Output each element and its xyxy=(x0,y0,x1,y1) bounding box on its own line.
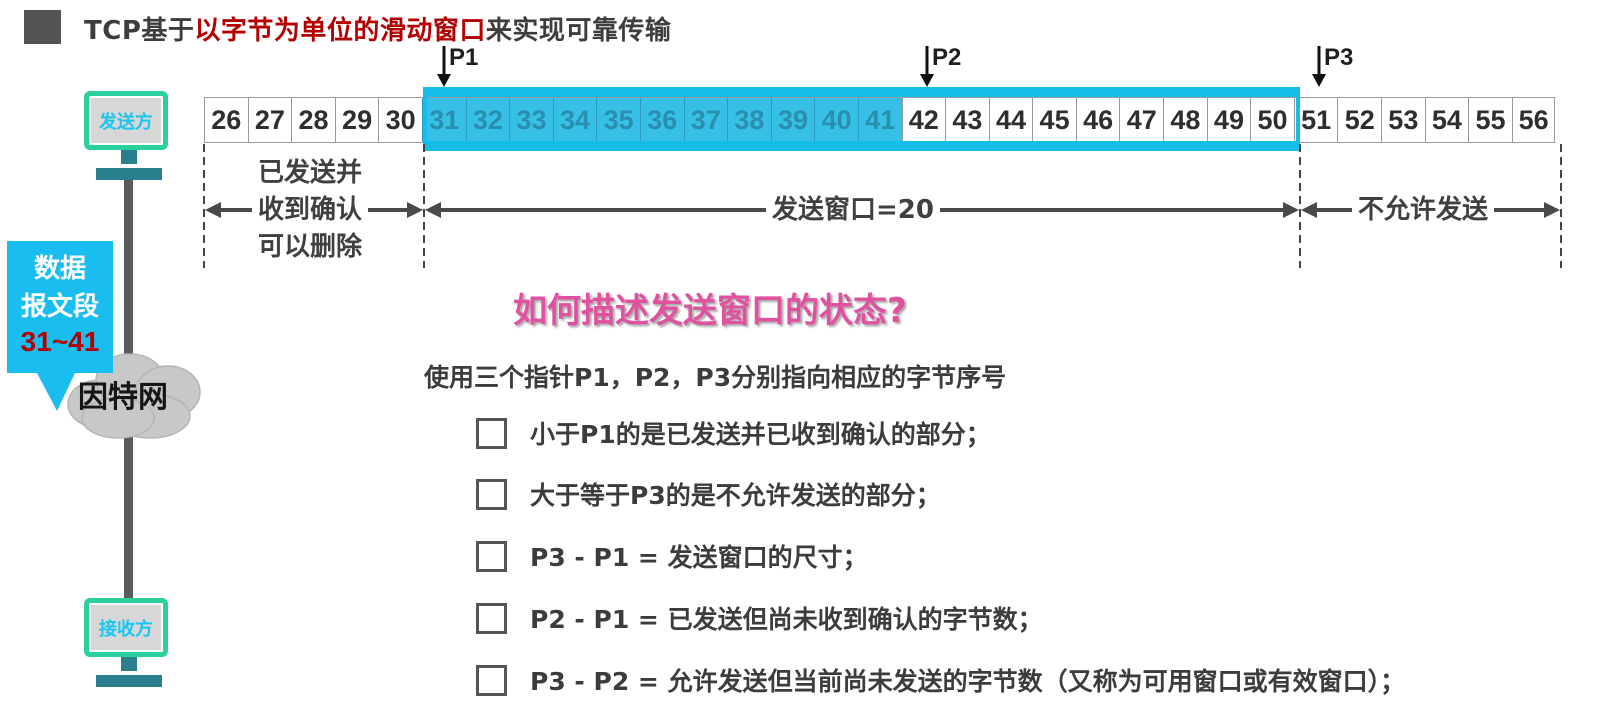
checkbox[interactable] xyxy=(476,602,507,634)
list-item: P2 - P1 = 已发送但尚未收到确认的字节数； xyxy=(476,598,1043,638)
title-bullet-square xyxy=(24,10,61,44)
byte-cell: 56 xyxy=(1511,98,1556,142)
checkbox[interactable] xyxy=(476,417,507,449)
receiver-label: 接收方 xyxy=(91,605,161,650)
window-state-question: 如何描述发送窗口的状态? xyxy=(513,291,907,331)
sender-stand-base xyxy=(96,168,162,180)
byte-cell: 51 xyxy=(1293,98,1338,142)
byte-cell: 55 xyxy=(1468,98,1512,142)
data-segment-label: 数据 报文段 31~41 xyxy=(7,250,113,358)
byte-cell: 52 xyxy=(1337,98,1381,142)
p3-label: P3 xyxy=(1324,44,1354,71)
list-item: P3 - P2 = 允许发送但当前尚未发送的字节数（又称为可用窗口或有效窗口）； xyxy=(476,660,1405,700)
receiver-stand-base xyxy=(96,675,162,687)
pointer-intro-text: 使用三个指针P1，P2，P3分别指向相应的字节序号 xyxy=(424,363,1007,392)
p2-label: P2 xyxy=(932,44,962,71)
list-item: 小于P1的是已发送并已收到确认的部分； xyxy=(476,413,991,453)
byte-cell: 54 xyxy=(1424,98,1469,142)
list-item: 大于等于P3的是不允许发送的部分； xyxy=(476,474,941,514)
title-highlight: 以字节为单位的滑动窗口 xyxy=(194,16,486,46)
send-window-size-label: 发送窗口=20 xyxy=(766,192,940,229)
byte-cell: 53 xyxy=(1381,98,1425,142)
p1-label: P1 xyxy=(449,44,479,71)
byte-cell: 28 xyxy=(291,98,335,142)
sender-stand-neck xyxy=(121,150,137,164)
list-item: P3 - P1 = 发送窗口的尺寸； xyxy=(476,536,868,576)
internet-label: 因特网 xyxy=(78,380,168,415)
data-segment-range: 31~41 xyxy=(20,326,100,357)
sender-device: 发送方 xyxy=(84,91,168,150)
byte-cell: 27 xyxy=(247,98,292,142)
sender-label: 发送方 xyxy=(91,98,161,143)
checkbox[interactable] xyxy=(476,540,507,572)
checkbox[interactable] xyxy=(476,478,507,510)
byte-cell: 30 xyxy=(378,98,422,142)
checkbox[interactable] xyxy=(476,664,507,696)
page-title: TCP基于以字节为单位的滑动窗口来实现可靠传输 xyxy=(84,16,672,46)
receiver-device: 接收方 xyxy=(84,598,168,657)
acked-region-label: 已发送并 收到确认 可以删除 xyxy=(252,155,369,266)
not-allowed-region-label: 不允许发送 xyxy=(1352,192,1495,229)
receiver-stand-neck xyxy=(121,657,137,671)
byte-cell: 26 xyxy=(204,98,248,142)
byte-cell: 29 xyxy=(334,98,379,142)
